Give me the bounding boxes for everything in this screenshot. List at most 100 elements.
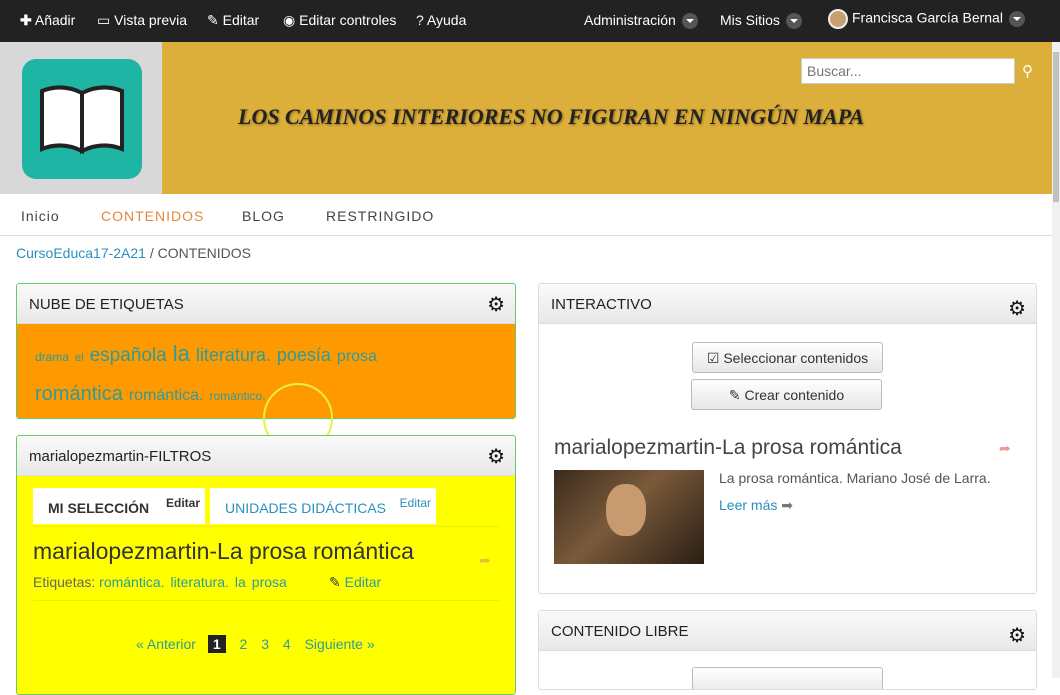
tag-link[interactable]: romántico. (210, 389, 266, 403)
chevron-down-icon (681, 13, 698, 30)
item-title[interactable]: marialopezmartin-La prosa romántica (33, 538, 414, 565)
avatar (828, 9, 848, 29)
top-toolbar: ✚ Añadir ▭ Vista previa ✎ Editar ◉ Edita… (0, 0, 1060, 42)
main-nav: Inicio CONTENIDOS BLOG RESTRINGIDO (0, 194, 1052, 236)
read-more-link[interactable]: Leer más ➡ (719, 497, 793, 514)
edit-label: Editar (222, 12, 260, 28)
tag-link[interactable]: prosa (252, 574, 287, 590)
tag-link[interactable]: romántica. (99, 574, 164, 590)
button-label: Seleccionar contenidos (723, 350, 869, 366)
tab-edit-link[interactable]: Editar (400, 496, 431, 510)
select-content-button[interactable]: ☑ Seleccionar contenidos (692, 342, 883, 373)
tag-link[interactable]: la (235, 574, 246, 590)
help-button[interactable]: ? Ayuda (416, 12, 466, 28)
user-name: Francisca García Bernal (852, 9, 1003, 26)
tag-link[interactable]: literatura. (171, 574, 229, 590)
button-label: Crear contenido (744, 387, 845, 403)
interactive-panel: INTERACTIVO ⚙ ☑ Seleccionar contenidos ✎ … (538, 283, 1037, 594)
edit-icon: ✎ (207, 12, 219, 28)
tab-mi-seleccion[interactable]: MI SELECCIÓN Editar (33, 488, 205, 524)
create-content-button[interactable]: ✎ Crear contenido (691, 379, 882, 410)
pager-prev[interactable]: « Anterior (136, 636, 196, 652)
panel-title: INTERACTIVO (551, 296, 652, 313)
pager-next[interactable]: Siguiente » (305, 636, 375, 652)
tab-edit-link[interactable]: Editar (166, 496, 200, 510)
search-icon[interactable]: ⚲ (1022, 62, 1033, 80)
panel-title: NUBE DE ETIQUETAS (29, 296, 184, 313)
tag-link[interactable]: poesía (277, 345, 331, 365)
scrollbar[interactable] (1052, 42, 1060, 678)
chevron-down-icon (785, 13, 802, 30)
pencil-icon: ✎ (728, 387, 741, 403)
item-summary: La prosa romántica. Mariano José de Larr… (719, 470, 991, 486)
edit-item-button[interactable]: ✎ Editar (329, 574, 387, 591)
tags-label: Etiquetas: (33, 574, 96, 590)
gear-icon[interactable]: ⚙ (487, 447, 505, 467)
pager-page[interactable]: 2 (240, 636, 248, 652)
tag-link[interactable]: la (173, 341, 190, 366)
filters-panel: marialopezmartin-FILTROS ⚙ MI SELECCIÓN Ed… (16, 435, 516, 695)
tag-link[interactable]: drama (35, 350, 69, 364)
pager-page[interactable]: 3 (261, 636, 269, 652)
scrollbar-thumb[interactable] (1053, 52, 1059, 202)
admin-label: Administración (584, 12, 676, 28)
nav-blog[interactable]: BLOG (242, 208, 285, 224)
preview-label: Vista previa (114, 12, 188, 28)
monitor-icon: ▭ (97, 12, 111, 28)
site-banner: LOS CAMINOS INTERIORES NO FIGURAN EN NIN… (0, 42, 1052, 194)
tag-link[interactable]: prosa (337, 348, 377, 365)
admin-menu[interactable]: Administración (584, 12, 698, 30)
share-icon[interactable]: ➦ (479, 552, 491, 569)
pager-page-current[interactable]: 1 (207, 635, 226, 653)
tag-link[interactable]: literatura. (196, 345, 271, 365)
pencil-icon: ✎ (329, 574, 341, 590)
filters-body: MI SELECCIÓN Editar UNIDADES DIDÁCTICAS Ed… (17, 476, 515, 694)
item-tags: Etiquetas: romántica. literatura. la prosa (33, 574, 293, 590)
pager-page[interactable]: 4 (283, 636, 291, 652)
arrow-right-icon: ➡ (781, 497, 793, 513)
nav-inicio[interactable]: Inicio (21, 208, 60, 224)
item-title[interactable]: marialopezmartin-La prosa romántica (554, 436, 902, 460)
tag-cloud-panel: NUBE DE ETIQUETAS ⚙ drama el española la lite… (16, 283, 516, 419)
breadcrumb: CursoEduca17-2A21 / CONTENIDOS (16, 245, 251, 261)
content-button[interactable] (692, 667, 883, 689)
gear-icon[interactable]: ⚙ (1008, 626, 1026, 646)
tag-link[interactable]: española (90, 345, 167, 366)
edit-controls-label: Editar controles (299, 12, 397, 28)
tab-label: MI SELECCIÓN (48, 500, 150, 516)
my-sites-label: Mis Sitios (720, 12, 780, 28)
eye-icon: ◉ (283, 12, 296, 28)
gear-icon[interactable]: ⚙ (1008, 299, 1026, 319)
edit-controls-button[interactable]: ◉ Editar controles (283, 12, 396, 29)
free-content-panel: CONTENIDO LIBRE ⚙ (538, 610, 1037, 690)
add-button[interactable]: ✚ Añadir (20, 12, 75, 29)
help-label: Ayuda (426, 12, 467, 28)
site-title: LOS CAMINOS INTERIORES NO FIGURAN EN NIN… (238, 104, 865, 129)
tab-unidades-didacticas[interactable]: UNIDADES DIDÁCTICAS Editar (210, 488, 436, 524)
share-icon[interactable]: ➦ (999, 440, 1011, 457)
tag-link[interactable]: romántica. (129, 387, 204, 404)
search-input[interactable] (801, 58, 1015, 84)
nav-restringido[interactable]: RESTRINGIDO (326, 208, 434, 224)
panel-title: marialopezmartin-FILTROS (29, 448, 212, 465)
pager: « Anterior 1 2 3 4 Siguiente » (136, 635, 375, 653)
panel-title: CONTENIDO LIBRE (551, 623, 689, 640)
book-logo-icon[interactable] (22, 59, 142, 179)
my-sites-menu[interactable]: Mis Sitios (720, 12, 802, 30)
breadcrumb-current: CONTENIDOS (157, 245, 251, 261)
tag-link[interactable]: el (75, 352, 84, 364)
help-icon: ? (416, 12, 424, 28)
breadcrumb-site[interactable]: CursoEduca17-2A21 (16, 245, 146, 261)
logo-area (0, 42, 162, 194)
user-menu[interactable]: Francisca García Bernal (828, 9, 1025, 29)
tag-link[interactable]: romántica (35, 383, 123, 405)
read-more-label: Leer más (719, 497, 778, 513)
tab-label: UNIDADES DIDÁCTICAS (225, 500, 387, 516)
gear-icon[interactable]: ⚙ (487, 295, 505, 315)
chevron-down-icon (1008, 11, 1025, 27)
nav-contenidos[interactable]: CONTENIDOS (101, 208, 204, 224)
article-thumbnail[interactable] (554, 470, 704, 564)
preview-button[interactable]: ▭ Vista previa (97, 12, 187, 29)
checkbox-icon: ☑ (706, 350, 720, 366)
edit-button[interactable]: ✎ Editar (207, 12, 259, 29)
